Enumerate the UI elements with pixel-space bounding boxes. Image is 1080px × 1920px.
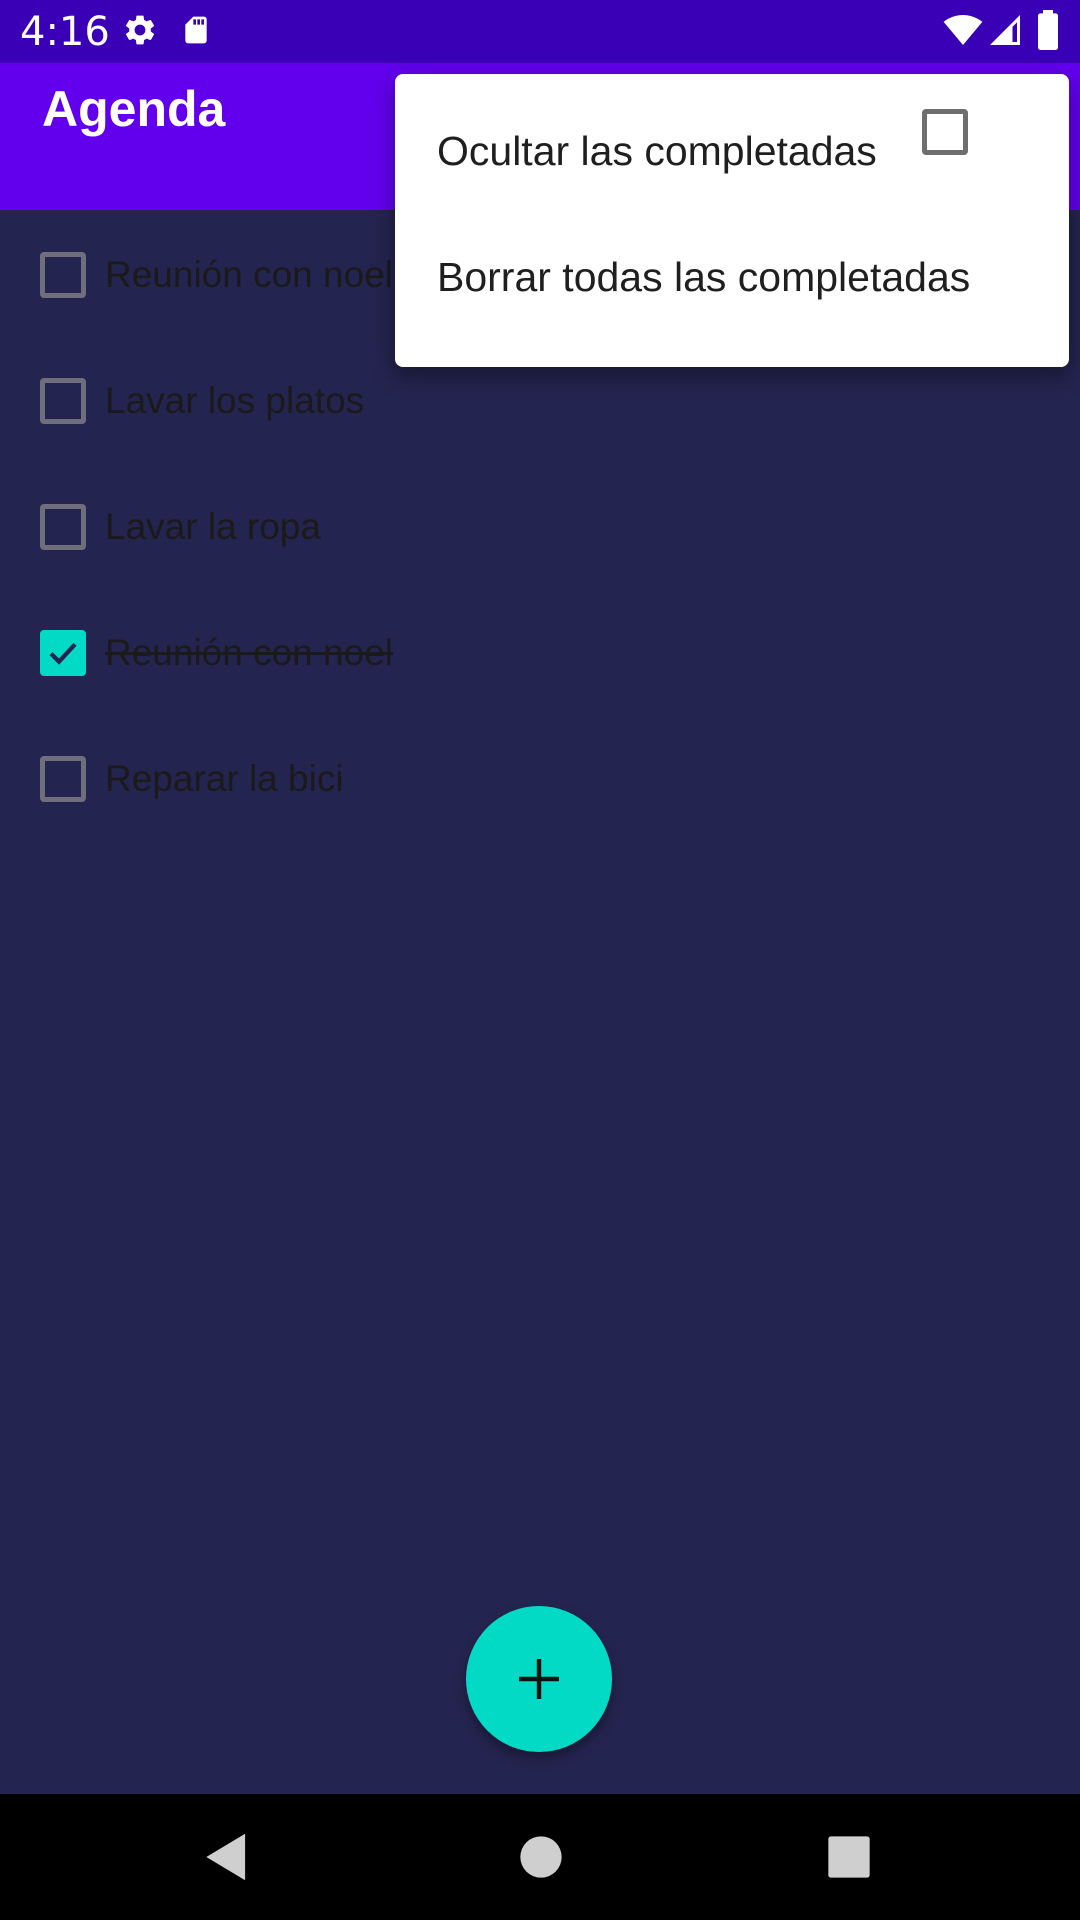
home-icon[interactable] [510, 1826, 572, 1888]
check-icon [49, 642, 77, 665]
status-bar: 4:16 [0, 0, 1080, 63]
settings-icon [122, 12, 158, 53]
battery-icon [1036, 10, 1060, 55]
sd-card-icon [180, 12, 212, 53]
list-item[interactable]: Lavar la ropa [0, 462, 1080, 588]
overflow-menu: Ocultar las completadas Borrar todas las… [395, 74, 1069, 367]
menu-item-hide-completed[interactable]: Ocultar las completadas [395, 88, 1069, 214]
plus-icon [519, 1659, 559, 1699]
back-icon[interactable] [196, 1826, 258, 1888]
status-time: 4:16 [20, 9, 110, 55]
task-label: Reunión con noel [105, 632, 393, 673]
task-checkbox[interactable] [40, 252, 86, 298]
page-title: Agenda [42, 81, 226, 137]
menu-item-delete-completed[interactable]: Borrar todas las completadas [395, 214, 1069, 340]
task-checkbox[interactable] [40, 504, 86, 550]
add-task-button[interactable] [466, 1606, 612, 1752]
list-item[interactable]: Reparar la bici [0, 714, 1080, 840]
hide-completed-checkbox[interactable] [922, 109, 968, 155]
wifi-icon [942, 10, 984, 55]
task-checkbox[interactable] [40, 378, 86, 424]
task-label: Lavar los platos [105, 380, 365, 421]
menu-item-label: Borrar todas las completadas [437, 254, 971, 300]
signal-icon [987, 10, 1023, 55]
navigation-bar [0, 1794, 1080, 1920]
recents-icon[interactable] [818, 1826, 880, 1888]
task-label: Reparar la bici [105, 758, 344, 799]
task-checkbox-checked[interactable] [40, 630, 86, 676]
task-label: Lavar la ropa [105, 506, 321, 547]
menu-item-label: Ocultar las completadas [437, 128, 877, 174]
task-label: Reunión con noel [105, 254, 393, 295]
list-item[interactable]: Reunión con noel [0, 588, 1080, 714]
task-checkbox[interactable] [40, 756, 86, 802]
